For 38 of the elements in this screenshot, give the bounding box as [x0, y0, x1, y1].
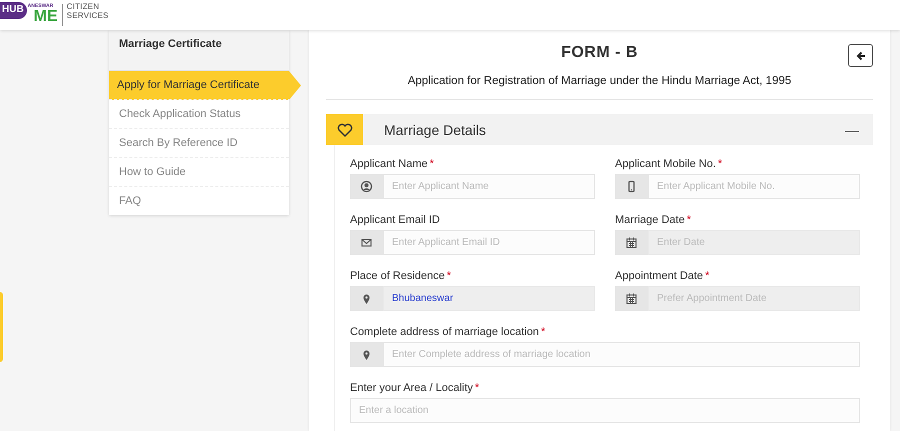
field-label: Enter your Area / Locality *: [350, 382, 480, 394]
field-label: Applicant Email ID: [350, 214, 441, 226]
field-label: Place of Residence *: [350, 270, 452, 282]
input-field[interactable]: Enter Applicant Name: [383, 174, 595, 199]
heart-icon: [336, 122, 352, 136]
sidebar-item[interactable]: Search By Reference ID: [109, 129, 289, 158]
calendar-icon: [615, 230, 648, 255]
sidebar-item[interactable]: How to Guide: [109, 158, 289, 187]
map-pin-icon: [350, 286, 383, 311]
field-label: Applicant Name *: [350, 158, 435, 170]
form-subtitle: Application for Registration of Marriage under the Hindu Marriage Act, 1995: [406, 75, 792, 87]
field-label: Complete address of marriage location *: [350, 326, 546, 338]
logo-hub-text: HUB: [0, 2, 27, 19]
input-field[interactable]: Bhubaneswar: [383, 286, 595, 311]
menu-title: Marriage Certificate: [109, 30, 289, 71]
back-arrow-icon: [856, 50, 866, 60]
collapse-button[interactable]: —: [845, 122, 859, 138]
form-title: FORM - B: [561, 44, 638, 62]
location-search-field[interactable]: Enter a location: [350, 398, 860, 423]
logo-me-text: ME: [34, 9, 58, 25]
brand-text: CITIZEN SERVICES: [66, 2, 110, 20]
user-icon: [350, 174, 383, 199]
sidebar-item[interactable]: FAQ: [109, 187, 289, 215]
map-pin-icon: [350, 342, 383, 367]
field-label: Marriage Date *: [615, 214, 692, 226]
input-field[interactable]: Enter Applicant Email ID: [383, 230, 595, 255]
calendar-icon: [615, 286, 648, 311]
field-label: Appointment Date *: [615, 270, 710, 282]
input-field[interactable]: Enter Complete address of marriage location: [383, 342, 860, 367]
field-label: Applicant Mobile No. *: [615, 158, 724, 170]
sidebar-item[interactable]: Check Application Status: [109, 100, 289, 129]
envelope-icon: [350, 230, 383, 255]
input-field[interactable]: Enter Applicant Mobile No.: [648, 174, 860, 199]
sidebar-item[interactable]: Apply for Marriage Certificate: [109, 71, 301, 100]
section-header[interactable]: Marriage Details —: [326, 114, 873, 145]
back-button[interactable]: [848, 44, 873, 67]
mobile-phone-icon: [615, 174, 648, 199]
section-title: Marriage Details: [384, 122, 487, 138]
